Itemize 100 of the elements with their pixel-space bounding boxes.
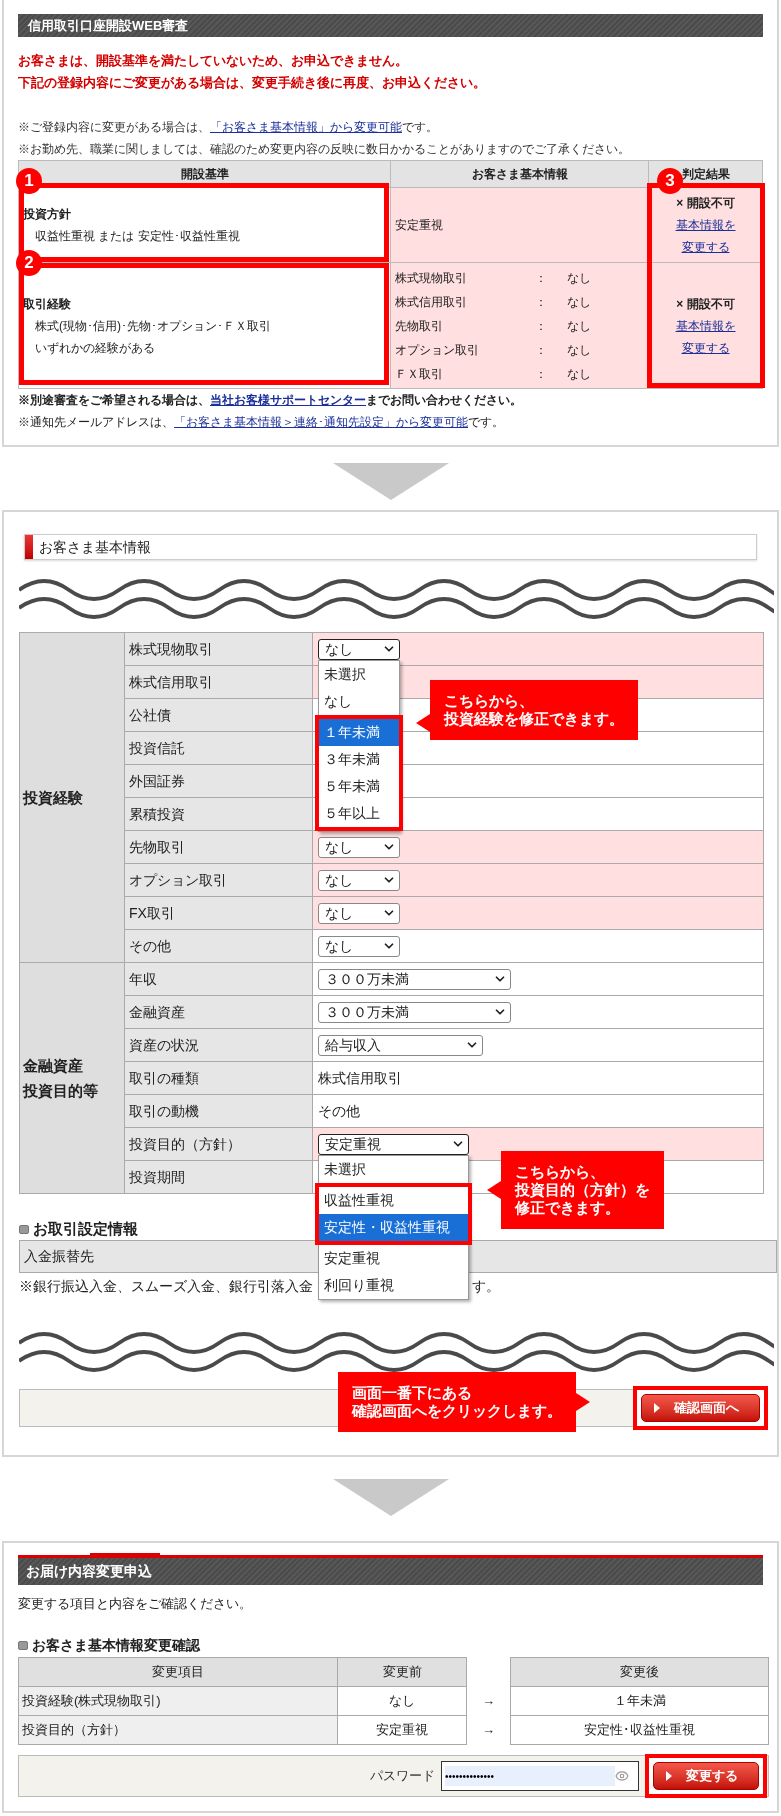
group-label: 金融資産 投資目的等: [19, 962, 125, 1194]
triangle-right-icon: [666, 1771, 672, 1781]
section-marker-icon: [25, 535, 33, 559]
info-label: 株式現物取引: [395, 269, 468, 287]
field-label: 投資目的（方針）: [124, 1127, 313, 1161]
triangle-right-icon: [654, 1403, 660, 1413]
field-label: 資産の状況: [124, 1028, 313, 1062]
criteria-title: 投資方針: [23, 206, 72, 223]
field-label: 株式信用取引: [124, 665, 313, 699]
note-text: ※別途審査をご希望される場合は、当社お客様サポートセンターまでお問い合わせください。: [18, 392, 523, 409]
action-button[interactable]: 変更する: [653, 1762, 759, 1790]
group-label: 投資経験: [19, 632, 125, 963]
note-text: ※ご登録内容に変更がある場合は、「お客さま基本情報」から変更可能です。: [18, 119, 439, 136]
action-button[interactable]: 確認画面へ: [641, 1394, 760, 1422]
subsection-title: お客さま基本情報変更確認: [32, 1635, 200, 1655]
password-field[interactable]: ••••••••••••••: [441, 1761, 639, 1791]
bullet-icon: [18, 1640, 28, 1650]
separator-text: ：: [535, 317, 548, 335]
select-field[interactable]: なし: [318, 935, 400, 957]
table-cell: １年未満: [510, 1686, 769, 1716]
table-cell: 投資経験(株式現物取引): [18, 1686, 338, 1716]
table-cell: 投資目的（方針）: [18, 1715, 338, 1745]
info-value: なし: [567, 293, 591, 311]
info-value: なし: [567, 269, 591, 287]
error-message: お客さまは、開設基準を満たしていないため、お申込できません。: [18, 52, 409, 70]
select-field[interactable]: なし: [318, 869, 400, 891]
info-label: 先物取引: [395, 317, 444, 335]
field-label: 取引の種類: [124, 1061, 313, 1095]
down-arrow-icon: [332, 1479, 449, 1516]
separator-text: ：: [535, 341, 548, 359]
criteria-text: 株式(現物･信用)･先物･オプション･ＦＸ取引: [34, 317, 272, 335]
field-label: 外国証券: [124, 764, 313, 798]
subsection-title: お取引設定情報: [33, 1218, 138, 1239]
arrow-text: →: [466, 1686, 511, 1716]
info-label: オプション取引: [395, 341, 480, 359]
column-header: 変更後: [510, 1657, 769, 1687]
link[interactable]: 「お客さま基本情報」から変更可能: [210, 120, 402, 134]
field-label: その他: [124, 929, 313, 963]
info-label: 株式信用取引: [395, 293, 468, 311]
field-label: 金融資産: [124, 995, 313, 1029]
dropdown-option[interactable]: 収益性重視: [319, 1187, 468, 1214]
info-label: ＦＸ取引: [395, 365, 444, 383]
table-cell: 安定重視: [337, 1715, 467, 1745]
dropdown-option[interactable]: 安定重視: [319, 1245, 468, 1272]
result-text: × 開設不可: [675, 295, 736, 313]
criteria-title: 取引経験: [23, 295, 72, 313]
field-label: 株式現物取引: [124, 632, 313, 666]
dropdown-option[interactable]: 安定性・収益性重視: [319, 1214, 468, 1241]
result-text: × 開設不可: [675, 195, 736, 212]
select-field[interactable]: ３００万未満: [318, 968, 511, 990]
down-arrow-icon: [332, 463, 449, 500]
column-header: 変更項目: [18, 1657, 338, 1687]
note-text: す。: [472, 1277, 500, 1296]
bullet-icon: [19, 1224, 29, 1234]
info-value: なし: [567, 341, 591, 359]
error-message: 下記の登録内容にご変更がある場合は、変更手続き後に再度、お申込ください。: [18, 74, 487, 92]
dropdown-option[interactable]: 未選択: [319, 661, 399, 688]
dropdown-option[interactable]: 未選択: [319, 1156, 468, 1183]
select-field[interactable]: ３００万未満: [318, 1001, 511, 1023]
criteria-text: 収益性重視 または 安定性･収益性重視: [34, 228, 241, 245]
dropdown-option[interactable]: なし: [319, 688, 399, 715]
dropdown-option[interactable]: ３年未満: [319, 746, 399, 773]
field-label: 投資信託: [124, 731, 313, 765]
select-field[interactable]: なし: [318, 902, 400, 924]
field-label: 入金振替先: [24, 1247, 94, 1266]
link[interactable]: 基本情報を変更する: [675, 314, 736, 359]
dropdown-option[interactable]: １年未満: [319, 719, 399, 746]
select-field[interactable]: 安定重視: [318, 1133, 469, 1155]
criteria-text: いずれかの経験がある: [34, 339, 156, 357]
field-label: 先物取引: [124, 830, 313, 864]
section-header: 信用取引口座開設WEB審査: [18, 14, 763, 37]
field-label: 取引の動機: [124, 1094, 313, 1128]
intro-text: 変更する項目と内容をご確認ください。: [18, 1595, 253, 1613]
dropdown-option[interactable]: ５年未満: [319, 773, 399, 800]
separator-text: ：: [535, 293, 548, 311]
field-label: 投資期間: [124, 1160, 313, 1194]
select-field[interactable]: なし: [318, 638, 400, 660]
info-label: 安定重視: [395, 217, 444, 234]
eye-icon: [615, 1769, 629, 1783]
separator-text: ：: [535, 269, 548, 287]
dropdown-option[interactable]: ５年以上: [319, 800, 399, 827]
dropdown-option[interactable]: 利回り重視: [319, 1272, 468, 1299]
select-field[interactable]: なし: [318, 836, 400, 858]
accent-bar: [90, 1553, 160, 1556]
section-header: お届け内容変更申込: [18, 1555, 763, 1585]
field-label: オプション取引: [124, 863, 313, 897]
column-header: 変更前: [337, 1657, 467, 1687]
field-label: 累積投資: [124, 797, 313, 831]
arrow-text: →: [466, 1715, 511, 1745]
link[interactable]: 基本情報を変更する: [675, 214, 736, 258]
column-header: お客さま基本情報: [390, 160, 649, 188]
table-cell: なし: [337, 1686, 467, 1716]
select-field[interactable]: 給与収入: [318, 1034, 483, 1056]
note-text: ※通知先メールアドレスは、「お客さま基本情報＞連絡･通知先設定」から変更可能です。: [18, 414, 505, 431]
link[interactable]: 「お客さま基本情報＞連絡･通知先設定」から変更可能: [174, 415, 468, 429]
field-label: パスワード: [370, 1767, 435, 1786]
field-value: その他: [318, 1102, 360, 1119]
link[interactable]: 当社お客様サポートセンター: [210, 393, 366, 407]
separator-text: ：: [535, 365, 548, 383]
field-label: FX取引: [124, 896, 313, 930]
